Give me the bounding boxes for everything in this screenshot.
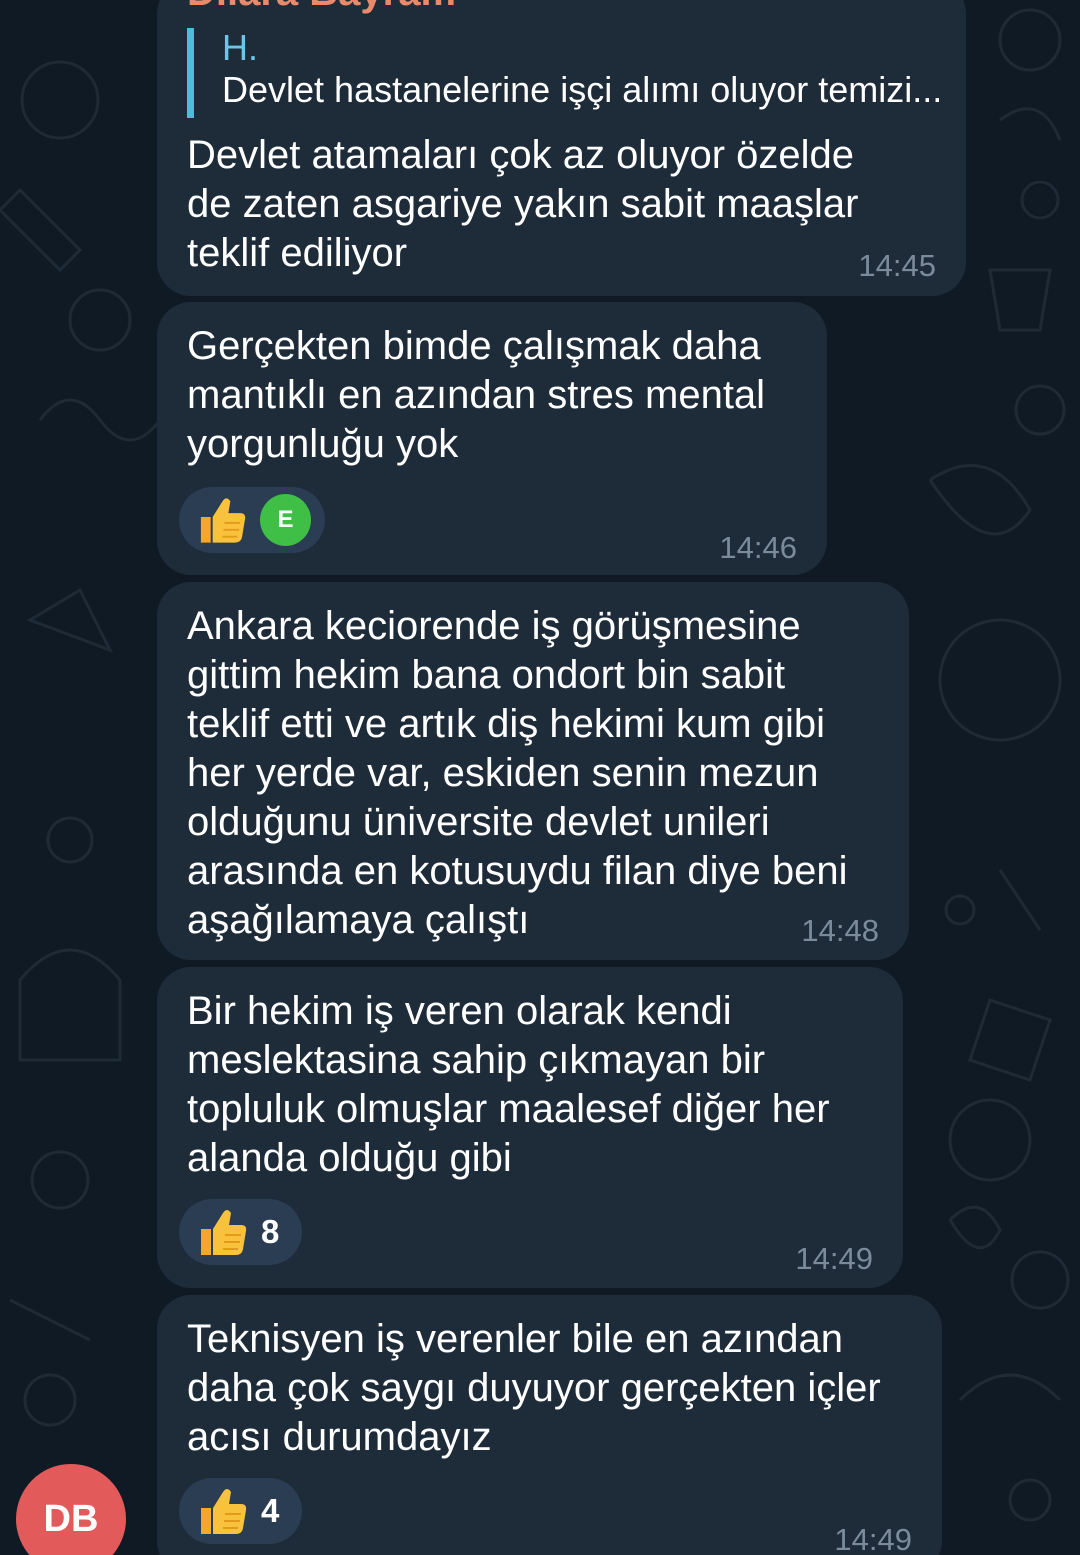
reaction-count: 4 bbox=[261, 1492, 280, 1529]
thumbs-up-icon bbox=[200, 498, 246, 543]
message-time: 14:49 bbox=[795, 1241, 873, 1276]
message-text: Devlet atamaları çok az oluyor özelde de… bbox=[187, 133, 859, 275]
reply-text: Devlet hastanelerine işçi alımı oluyor t… bbox=[222, 69, 943, 110]
message-text: Teknisyen iş verenler bile en azından da… bbox=[187, 1317, 881, 1459]
message-time: 14:45 bbox=[858, 248, 936, 283]
reaction-count: 8 bbox=[261, 1213, 280, 1250]
message-bubble[interactable]: Gerçekten bimde çalışmak daha mantıklı e… bbox=[157, 302, 827, 575]
message-bubble[interactable]: Bir hekim iş veren olarak kendi meslekta… bbox=[157, 967, 903, 1288]
thumbs-up-icon bbox=[201, 1210, 247, 1255]
sender-name[interactable]: Dilara Bayram bbox=[187, 0, 456, 12]
message-bubble[interactable]: Ankara keciorende iş görüşmesine gittim … bbox=[157, 582, 909, 960]
thumbs-up-icon bbox=[201, 1489, 247, 1534]
message-time: 14:46 bbox=[719, 530, 797, 565]
reply-author: H. bbox=[222, 27, 258, 68]
reply-quote[interactable]: H. Devlet hastanelerine işçi alımı oluyo… bbox=[187, 28, 942, 118]
message-text: Bir hekim iş veren olarak kendi meslekta… bbox=[187, 989, 830, 1180]
message-bubble[interactable]: Dilara Bayram H. Devlet hastanelerine iş… bbox=[157, 0, 966, 296]
reaction-chip[interactable]: 8 bbox=[179, 1199, 302, 1265]
message-time: 14:48 bbox=[801, 913, 879, 948]
chat-background: Dilara Bayram H. Devlet hastanelerine iş… bbox=[0, 0, 1080, 1555]
message-text: Ankara keciorende iş görüşmesine gittim … bbox=[187, 604, 848, 942]
message-text: Gerçekten bimde çalışmak daha mantıklı e… bbox=[187, 324, 766, 466]
reaction-chip[interactable]: E bbox=[179, 487, 325, 553]
reaction-chip[interactable]: 4 bbox=[179, 1478, 302, 1544]
message-bubble[interactable]: Teknisyen iş verenler bile en azından da… bbox=[157, 1295, 942, 1555]
reactor-avatar: E bbox=[259, 494, 311, 546]
message-time: 14:49 bbox=[834, 1522, 912, 1555]
